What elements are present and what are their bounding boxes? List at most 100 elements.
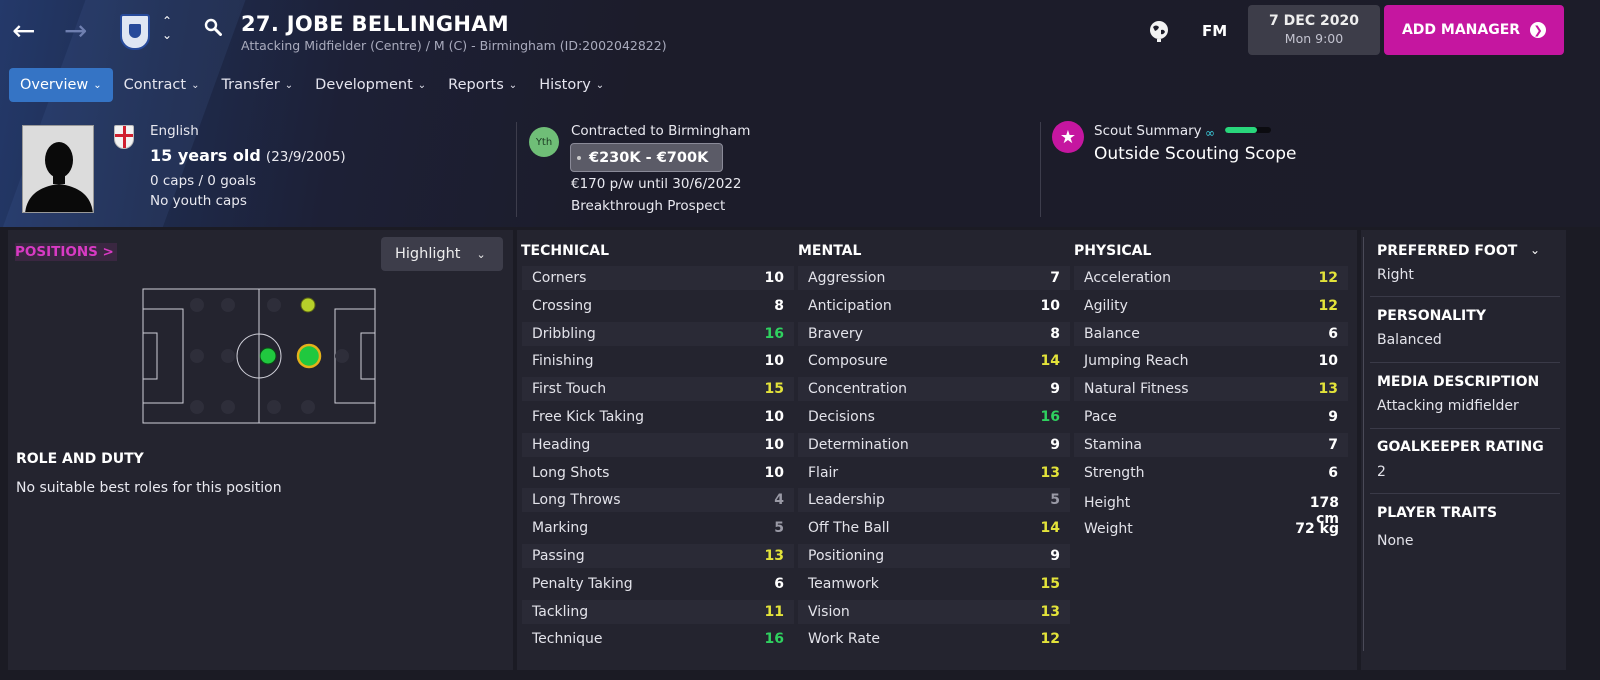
time-text: Mon 9:00 bbox=[1284, 31, 1344, 46]
divider bbox=[516, 122, 517, 217]
attribute-row[interactable]: Agility 12 bbox=[1074, 294, 1348, 318]
attribute-row[interactable]: Composure 14 bbox=[798, 349, 1070, 373]
attribute-row[interactable]: Tackling 11 bbox=[522, 599, 794, 624]
attribute-row[interactable]: Jumping Reach 10 bbox=[1074, 349, 1348, 373]
attribute-row[interactable]: First Touch 15 bbox=[522, 377, 794, 402]
attribute-value: 10 bbox=[1040, 297, 1060, 314]
attribute-row[interactable]: Dribbling 16 bbox=[522, 321, 794, 346]
attribute-name: Natural Fitness bbox=[1084, 381, 1189, 398]
player-traits-title: PLAYER TRAITS bbox=[1377, 505, 1498, 521]
tab-overview[interactable]: Overview ⌄ bbox=[9, 68, 113, 102]
attribute-row[interactable]: Concentration 9 bbox=[798, 377, 1070, 402]
chevron-down-icon: ⌄ bbox=[417, 79, 427, 91]
attribute-row[interactable]: Acceleration 12 bbox=[1074, 266, 1348, 290]
divider bbox=[1040, 122, 1041, 217]
contracted-to[interactable]: Contracted to Birmingham bbox=[571, 123, 750, 139]
tab-reports[interactable]: Reports ⌄ bbox=[437, 68, 528, 102]
attribute-name: Teamwork bbox=[808, 575, 879, 592]
attribute-row[interactable]: Pace 9 bbox=[1074, 405, 1348, 429]
attribute-value: 9 bbox=[1050, 548, 1060, 564]
player-switch-icon[interactable]: ⌃ ⌄ bbox=[162, 14, 172, 42]
positions-link[interactable]: POSITIONS > bbox=[15, 243, 117, 261]
add-manager-label: ADD MANAGER bbox=[1401, 22, 1521, 38]
attribute-row[interactable]: Work Rate 12 bbox=[798, 627, 1070, 651]
divider bbox=[1363, 237, 1364, 651]
attribute-name: Corners bbox=[532, 270, 587, 286]
attribute-row[interactable]: Off The Ball 14 bbox=[798, 516, 1070, 540]
attribute-name: First Touch bbox=[532, 381, 607, 398]
attribute-row[interactable]: Marking 5 bbox=[522, 516, 794, 540]
attribute-name: Penalty Taking bbox=[532, 575, 633, 592]
highlight-label: Highlight bbox=[395, 246, 461, 262]
attribute-row[interactable]: Strength 6 bbox=[1074, 461, 1348, 485]
star-icon[interactable]: ★ bbox=[1052, 121, 1084, 153]
attribute-value: 6 bbox=[1328, 325, 1338, 342]
forward-arrow-icon[interactable]: → bbox=[64, 14, 87, 47]
club-crest-icon[interactable] bbox=[120, 14, 150, 50]
attribute-row[interactable]: Aggression 7 bbox=[798, 266, 1070, 290]
attribute-row[interactable]: Long Shots 10 bbox=[522, 461, 794, 485]
age-line: 15 years old (23/9/2005) bbox=[150, 146, 346, 165]
chevron-down-icon: ⌄ bbox=[508, 79, 518, 91]
attribute-value: 10 bbox=[764, 464, 784, 481]
tab-contract[interactable]: Contract ⌄ bbox=[113, 68, 211, 102]
technical-title: TECHNICAL bbox=[521, 243, 610, 259]
back-arrow-icon[interactable]: ← bbox=[12, 14, 35, 47]
attribute-row[interactable]: Leadership 5 bbox=[798, 488, 1070, 513]
chevron-down-icon[interactable]: ⌄ bbox=[1530, 243, 1540, 257]
attribute-row[interactable]: Finishing 10 bbox=[522, 349, 794, 373]
attribute-value: 10 bbox=[1318, 353, 1338, 370]
attribute-row[interactable]: Anticipation 10 bbox=[798, 294, 1070, 318]
attribute-row[interactable]: Passing 13 bbox=[522, 544, 794, 568]
date-text: 7 DEC 2020 bbox=[1269, 13, 1359, 29]
attribute-value: 9 bbox=[1050, 436, 1060, 453]
england-flag-icon[interactable] bbox=[114, 125, 134, 149]
attribute-row[interactable]: Bravery 8 bbox=[798, 321, 1070, 346]
tab-development[interactable]: Development ⌄ bbox=[304, 68, 437, 102]
attribute-row[interactable]: Heading 10 bbox=[522, 432, 794, 457]
attribute-name: Decisions bbox=[808, 409, 875, 425]
attribute-row[interactable]: Corners 10 bbox=[522, 266, 794, 290]
attribute-row[interactable]: Natural Fitness 13 bbox=[1074, 377, 1348, 402]
date-display[interactable]: 7 DEC 2020 Mon 9:00 bbox=[1248, 5, 1380, 55]
transfer-value-tag[interactable]: €230K - €700K bbox=[570, 143, 724, 172]
attribute-name: Finishing bbox=[532, 353, 594, 370]
add-manager-button[interactable]: ADD MANAGER ❯ bbox=[1384, 5, 1564, 55]
attribute-row[interactable]: Technique 16 bbox=[522, 627, 794, 651]
attribute-name: Dribbling bbox=[532, 325, 596, 342]
attribute-row[interactable]: Flair 13 bbox=[798, 461, 1070, 485]
attribute-name: Work Rate bbox=[808, 631, 881, 648]
fm-logo[interactable]: FM bbox=[1202, 22, 1227, 40]
attribute-row[interactable]: Long Throws 4 bbox=[522, 488, 794, 513]
attribute-name: Anticipation bbox=[808, 297, 892, 314]
highlight-dropdown[interactable]: Highlight ⌄ bbox=[381, 237, 503, 271]
tab-history[interactable]: History ⌄ bbox=[528, 68, 615, 102]
attribute-value: 15 bbox=[1040, 575, 1060, 592]
player-photo[interactable] bbox=[22, 125, 94, 213]
role-duty-title: ROLE AND DUTY bbox=[16, 451, 144, 467]
attribute-value: 12 bbox=[1318, 270, 1338, 286]
attribute-value: 14 bbox=[1040, 353, 1060, 370]
search-icon[interactable] bbox=[204, 18, 222, 36]
attribute-value: 15 bbox=[764, 381, 784, 398]
attribute-name: Composure bbox=[808, 353, 888, 370]
attribute-row[interactable]: Vision 13 bbox=[798, 599, 1070, 624]
attribute-row[interactable]: Penalty Taking 6 bbox=[522, 572, 794, 596]
attribute-row[interactable]: Decisions 16 bbox=[798, 405, 1070, 429]
attribute-row[interactable]: Crossing 8 bbox=[522, 294, 794, 318]
attribute-value: 16 bbox=[1040, 409, 1060, 425]
attribute-value: 11 bbox=[764, 603, 784, 620]
youth-badge: Yth bbox=[529, 127, 559, 157]
pitch-diagram[interactable] bbox=[142, 288, 376, 424]
attribute-row[interactable]: Teamwork 15 bbox=[798, 572, 1070, 596]
attribute-row[interactable]: Determination 9 bbox=[798, 432, 1070, 457]
attribute-row[interactable]: Positioning 9 bbox=[798, 544, 1070, 568]
attribute-row[interactable]: Stamina 7 bbox=[1074, 432, 1348, 457]
globe-icon[interactable] bbox=[1146, 18, 1172, 44]
attribute-name: Agility bbox=[1084, 297, 1128, 314]
attribute-row[interactable]: Free Kick Taking 10 bbox=[522, 405, 794, 429]
attribute-row[interactable]: Balance 6 bbox=[1074, 321, 1348, 346]
tab-transfer[interactable]: Transfer ⌄ bbox=[210, 68, 304, 102]
attribute-value: 8 bbox=[774, 297, 784, 314]
age: 15 years old bbox=[150, 146, 261, 165]
